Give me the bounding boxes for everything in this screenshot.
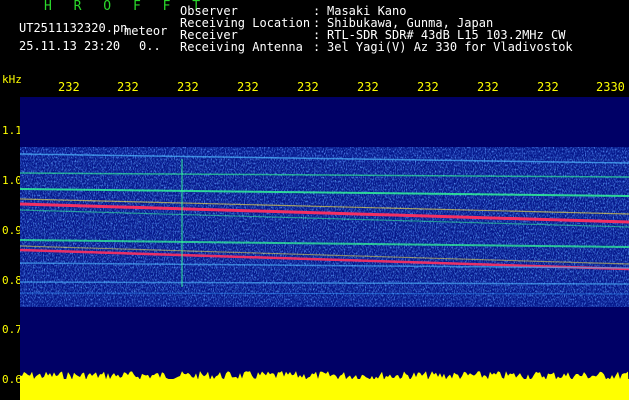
y-tick-label: 0.8 [2, 274, 22, 287]
unit-label: kHz [2, 73, 22, 86]
spectrogram-waterfall [20, 97, 629, 400]
x-tick-label: 232 [237, 80, 259, 94]
separator: : [313, 40, 321, 54]
y-tick-label: 0.7 [2, 323, 22, 336]
meteor-label: meteor [124, 24, 168, 38]
y-tick-label: 1.0 [2, 174, 22, 187]
x-tick-label: 232 [117, 80, 139, 94]
antenna-label: Receiving Antenna [180, 40, 303, 54]
x-tick-label: 2330 [596, 80, 625, 94]
y-tick-label: 1.1 [2, 124, 22, 137]
x-tick-label: 232 [357, 80, 379, 94]
datetime: 25.11.13 23:20 [19, 39, 121, 53]
x-tick-label: 232 [417, 80, 439, 94]
counter: 0.. [139, 39, 161, 53]
file-name: UT2511132320.pn [19, 21, 128, 35]
x-tick-label: 232 [297, 80, 319, 94]
noise-highlights [20, 157, 629, 297]
antenna-value: 3el Yagi(V) Az 330 for Vladivostok [327, 40, 573, 54]
y-tick-label: 0.9 [2, 224, 22, 237]
x-tick-label: 232 [58, 80, 80, 94]
x-tick-label: 232 [177, 80, 199, 94]
x-tick-label: 232 [537, 80, 559, 94]
x-tick-label: 232 [477, 80, 499, 94]
y-tick-label: 0.6 [2, 373, 22, 386]
